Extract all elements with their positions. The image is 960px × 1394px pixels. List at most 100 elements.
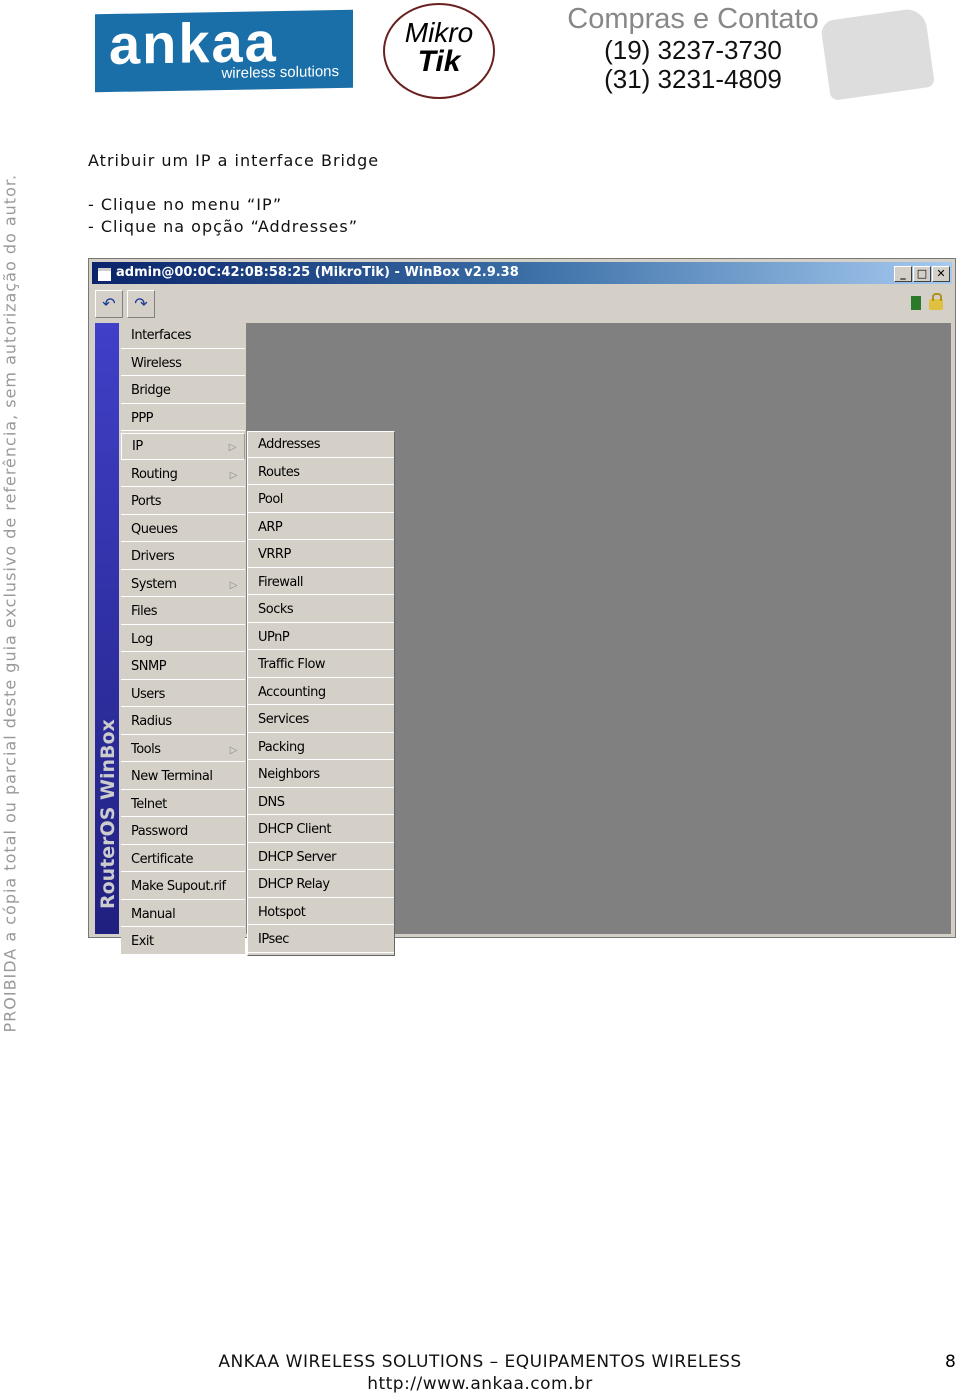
menu-item-label: Telnet: [131, 796, 167, 812]
menu-item-new-terminal[interactable]: New Terminal: [121, 764, 245, 790]
status-indicator-icon: [911, 296, 921, 310]
submenu-item-firewall[interactable]: Firewall: [248, 569, 394, 595]
sidebar-label: RouterOS WinBox: [97, 719, 119, 909]
menu-item-queues[interactable]: Queues: [121, 516, 245, 542]
submenu-item-routes[interactable]: Routes: [248, 459, 394, 485]
menu-item-label: Password: [131, 824, 188, 839]
page-number: 8: [945, 1352, 956, 1372]
menu-item-bridge[interactable]: Bridge: [121, 378, 245, 404]
redo-icon: ↷: [134, 294, 148, 313]
menu-item-ports[interactable]: Ports: [121, 489, 245, 515]
footer-url[interactable]: http://www.ankaa.com.br: [0, 1374, 960, 1394]
main-menu: Interfaces Wireless Bridge PPP IP ▷ Routing ▷ Po…: [121, 323, 245, 957]
lock-icon: [929, 293, 943, 310]
menu-item-wireless[interactable]: Wireless: [121, 350, 245, 376]
menu-item-label: Drivers: [131, 549, 175, 564]
menu-item-label: Bridge: [131, 383, 171, 398]
submenu-item-dns[interactable]: DNS: [248, 789, 394, 815]
submenu-arrow-icon: ▷: [228, 442, 237, 453]
submenu-item-accounting[interactable]: Accounting: [248, 679, 394, 705]
menu-item-label: Manual: [131, 906, 176, 922]
menu-item-label: Routing: [131, 466, 178, 482]
menu-item-certificate[interactable]: Certificate: [121, 846, 245, 872]
menu-item-label: Queues: [131, 521, 178, 537]
menu-item-telnet[interactable]: Telnet: [121, 791, 245, 817]
submenu-arrow-icon: ▷: [229, 469, 238, 481]
menu-item-snmp[interactable]: SNMP: [121, 654, 245, 680]
step-text: - Clique na opção “Addresses”: [88, 217, 359, 236]
menu-item-system[interactable]: System ▷: [121, 571, 245, 597]
submenu-item-pool[interactable]: Pool: [248, 487, 394, 513]
step-text: - Clique no menu “IP”: [88, 195, 283, 214]
maximize-button[interactable]: □: [913, 266, 931, 282]
undo-button[interactable]: ↶: [95, 290, 123, 318]
menu-item-manual[interactable]: Manual: [121, 901, 245, 927]
menu-item-drivers[interactable]: Drivers: [121, 544, 245, 570]
menu-item-label: Make Supout.rif: [131, 879, 226, 894]
submenu-item-addresses[interactable]: Addresses: [248, 432, 394, 458]
menu-item-make-supout-rif[interactable]: Make Supout.rif: [121, 874, 245, 900]
menu-item-radius[interactable]: Radius: [121, 709, 245, 735]
submenu-item-ipsec[interactable]: IPsec: [248, 927, 394, 953]
menu-item-label: System: [131, 576, 177, 592]
submenu-item-traffic-flow[interactable]: Traffic Flow: [248, 652, 394, 678]
watermark: PROIBIDA a cópia total ou parcial deste …: [0, 173, 20, 1033]
menu-item-label: Tools: [131, 741, 161, 757]
menu-item-label: SNMP: [131, 659, 167, 674]
submenu-item-dhcp-relay[interactable]: DHCP Relay: [248, 872, 394, 898]
logo-subtext: wireless solutions: [221, 62, 339, 83]
ip-submenu: Addresses Routes Pool ARP VRRP Firewall Socks U…: [247, 431, 395, 956]
submenu-item-upnp[interactable]: UPnP: [248, 624, 394, 650]
menu-item-label: IP: [132, 439, 143, 454]
menu-item-exit[interactable]: Exit: [121, 929, 245, 955]
menu-item-label: Interfaces: [131, 328, 191, 343]
document-page: ankaa wireless solutions Mikro Tik Compras…: [0, 0, 960, 1394]
menu-item-label: New Terminal: [131, 769, 213, 784]
phone-number: (31) 3231-4809: [604, 64, 782, 94]
menu-item-users[interactable]: Users: [121, 681, 245, 707]
menu-item-label: Wireless: [131, 355, 182, 371]
submenu-item-services[interactable]: Services: [248, 707, 394, 733]
window-icon: [98, 268, 111, 281]
menu-item-tools[interactable]: Tools ▷: [121, 736, 245, 762]
menu-item-files[interactable]: Files: [121, 599, 245, 625]
title-bar[interactable]: admin@00:0C:42:0B:58:25 (MikroTik) - Win…: [92, 262, 952, 284]
window-title: admin@00:0C:42:0B:58:25 (MikroTik) - Win…: [116, 265, 519, 280]
menu-item-password[interactable]: Password: [121, 819, 245, 845]
submenu-item-dhcp-server[interactable]: DHCP Server: [248, 844, 394, 870]
submenu-item-vrrp[interactable]: VRRP: [248, 542, 394, 568]
menu-item-label: Radius: [131, 714, 172, 729]
menu-item-label: Certificate: [131, 851, 194, 867]
menu-item-ppp[interactable]: PPP: [121, 405, 245, 431]
section-heading: Atribuir um IP a interface Bridge: [88, 151, 380, 170]
menu-item-routing[interactable]: Routing ▷: [121, 461, 245, 487]
contact-block: Compras e Contato (19) 3237-3730 (31) 32…: [543, 3, 843, 94]
submenu-arrow-icon: ▷: [229, 744, 238, 756]
submenu-item-packing[interactable]: Packing: [248, 734, 394, 760]
logo-text: Mikro: [404, 17, 474, 48]
menu-item-label: Files: [131, 604, 158, 619]
close-button[interactable]: ✕: [932, 266, 950, 282]
footer-company: ANKAA WIRELESS SOLUTIONS – EQUIPAMENTOS …: [218, 1352, 742, 1372]
routeros-sidebar: RouterOS WinBox: [95, 323, 119, 934]
redo-button[interactable]: ↷: [127, 290, 155, 318]
menu-item-label: PPP: [131, 410, 154, 426]
mikrotik-logo: Mikro Tik: [383, 3, 495, 99]
undo-icon: ↶: [102, 294, 116, 313]
menu-item-label: Users: [131, 686, 165, 702]
submenu-item-arp[interactable]: ARP: [248, 514, 394, 540]
submenu-item-hotspot[interactable]: Hotspot: [248, 899, 394, 925]
minimize-button[interactable]: _: [894, 266, 912, 282]
submenu-item-dhcp-client[interactable]: DHCP Client: [248, 817, 394, 843]
submenu-item-socks[interactable]: Socks: [248, 597, 394, 623]
menu-item-label: Ports: [131, 494, 162, 509]
menu-item-interfaces[interactable]: Interfaces: [121, 323, 245, 349]
ankaa-logo: ankaa wireless solutions: [95, 9, 353, 93]
phone-number: (19) 3237-3730: [604, 35, 782, 65]
submenu-item-neighbors[interactable]: Neighbors: [248, 762, 394, 788]
menu-item-label: Log: [131, 631, 153, 647]
submenu-arrow-icon: ▷: [229, 579, 238, 591]
menu-item-log[interactable]: Log: [121, 626, 245, 652]
menu-item-ip[interactable]: IP ▷: [121, 433, 245, 460]
winbox-window: admin@00:0C:42:0B:58:25 (MikroTik) - Win…: [88, 258, 956, 956]
